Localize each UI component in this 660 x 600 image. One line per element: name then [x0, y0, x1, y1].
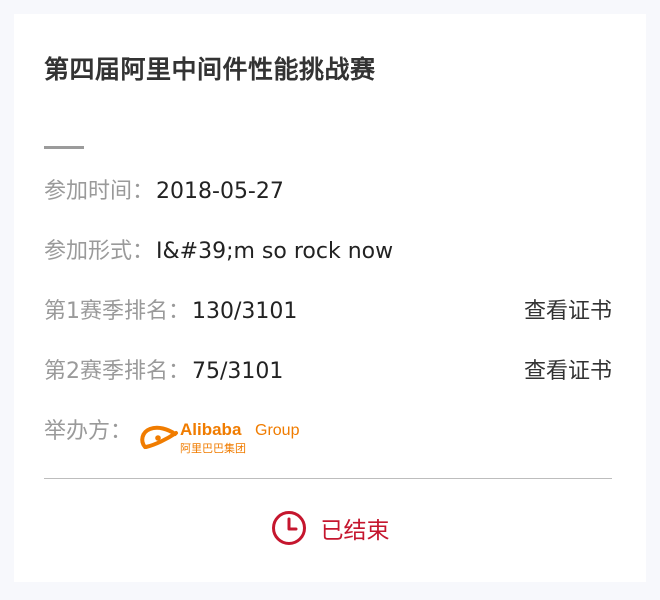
- competition-status: 已结束: [14, 510, 646, 546]
- clock-icon: [271, 511, 306, 545]
- title-accent-line: [44, 146, 84, 149]
- participation-form-label: 参加形式：: [44, 239, 155, 264]
- alibaba-group-logo: Alibaba Group 阿里巴巴集团: [140, 420, 300, 455]
- season2-ranking-label: 第2赛季排名：: [44, 359, 190, 384]
- logo-text-alibaba: Alibaba: [180, 420, 242, 439]
- participation-time-row: 参加时间：2018-05-27: [44, 176, 612, 208]
- section-divider: [44, 478, 612, 479]
- season1-ranking-label: 第1赛季排名：: [44, 299, 190, 324]
- competition-title: 第四届阿里中间件性能挑战赛: [44, 55, 376, 84]
- competition-card: 第四届阿里中间件性能挑战赛 参加时间：2018-05-27 参加形式：I&#39…: [14, 14, 646, 582]
- logo-text-chinese: 阿里巴巴集团: [180, 441, 246, 455]
- view-certificate-season1-link[interactable]: 查看证书: [524, 296, 612, 328]
- view-certificate-season2-link[interactable]: 查看证书: [524, 356, 612, 388]
- season1-ranking-value: 130/3101: [192, 299, 298, 324]
- logo-text-group: Group: [255, 422, 300, 439]
- organizer-row: 举办方：: [44, 416, 612, 448]
- participation-time-label: 参加时间：: [44, 179, 155, 204]
- season2-ranking-row: 第2赛季排名：75/3101 查看证书: [44, 356, 612, 388]
- status-label: 已结束: [320, 518, 390, 544]
- participation-time-value: 2018-05-27: [156, 179, 284, 204]
- organizer-label: 举办方：: [44, 419, 133, 444]
- participation-form-row: 参加形式：I&#39;m so rock now: [44, 236, 612, 268]
- season2-ranking-value: 75/3101: [192, 359, 284, 384]
- participation-form-value: I&#39;m so rock now: [156, 239, 394, 264]
- season1-ranking-row: 第1赛季排名：130/3101 查看证书: [44, 296, 612, 328]
